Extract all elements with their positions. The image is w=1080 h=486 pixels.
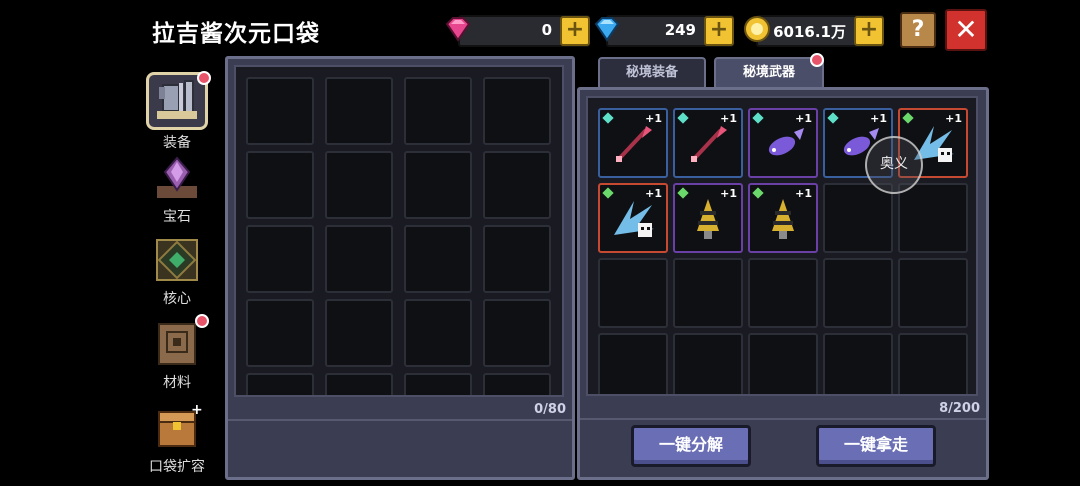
weapon-slot[interactable] xyxy=(823,183,893,253)
pocket-slot[interactable] xyxy=(325,77,393,145)
weapons-grid[interactable]: +1 +1 +1 +1 +1 +1 +1 +1 xyxy=(586,96,978,396)
notification-dot xyxy=(197,71,211,85)
red-spear-icon xyxy=(616,126,652,162)
pocket-slot[interactable] xyxy=(246,151,314,219)
add-gold-button[interactable]: + xyxy=(854,16,884,46)
sidebar-item-label: 宝石 xyxy=(163,209,191,225)
weapons-panel: +1 +1 +1 +1 +1 +1 +1 +1 8/200 xyxy=(577,87,989,480)
pocket-slot[interactable] xyxy=(246,299,314,367)
weapon-slot[interactable] xyxy=(598,333,668,394)
weapon-slot[interactable] xyxy=(748,258,818,328)
pocket-slot[interactable] xyxy=(246,77,314,145)
take-all-button[interactable]: 一键拿走 xyxy=(816,425,936,467)
pocket-slot[interactable] xyxy=(404,151,472,219)
chest-icon: + xyxy=(151,402,203,454)
notification-dot xyxy=(195,314,209,328)
pocket-capacity: 0/80 xyxy=(534,402,566,417)
decompose-all-button[interactable]: 一键分解 xyxy=(631,425,751,467)
weapon-slot[interactable] xyxy=(673,333,743,394)
tab-secret-equipment[interactable]: 秘境装备 xyxy=(598,57,706,87)
red-spear-icon xyxy=(691,126,727,162)
sidebar-item-label: 材料 xyxy=(163,375,191,391)
pocket-slot[interactable] xyxy=(483,151,551,219)
pocket-grid[interactable] xyxy=(234,65,564,397)
add-pink-gem-button[interactable]: + xyxy=(560,16,590,46)
pink-gem-value: 0 xyxy=(541,21,552,39)
add-diamond-button[interactable]: + xyxy=(704,16,734,46)
weapon-slot[interactable]: +1 xyxy=(673,108,743,178)
divider xyxy=(580,418,986,420)
core-icon xyxy=(151,234,203,286)
blue-diamond-icon xyxy=(594,17,620,42)
ice-dragon-icon xyxy=(614,201,654,237)
pocket-panel: 0/80 xyxy=(225,56,575,480)
ultimate-skill-button[interactable]: 奥义 xyxy=(865,136,923,194)
weapon-slot[interactable] xyxy=(673,258,743,328)
pocket-slot[interactable] xyxy=(404,299,472,367)
weapon-slot[interactable] xyxy=(823,333,893,394)
sidebar-item-expand[interactable]: + 口袋扩容 xyxy=(142,402,212,476)
diamond-counter: 249 + xyxy=(606,15,734,47)
sidebar-item-equipment[interactable]: 装备 xyxy=(142,71,212,152)
pocket-slot[interactable] xyxy=(483,373,551,395)
page-title: 拉吉酱次元口袋 xyxy=(152,21,320,47)
drill-icon xyxy=(697,199,719,239)
pocket-slot[interactable] xyxy=(404,225,472,293)
quality-gem-icon xyxy=(827,112,839,124)
quality-gem-icon xyxy=(677,187,689,199)
sidebar-item-material[interactable]: 材料 xyxy=(142,314,212,392)
weapon-slot[interactable] xyxy=(823,258,893,328)
weapon-slot[interactable]: +1 xyxy=(748,183,818,253)
weapon-slot[interactable]: +1 xyxy=(598,108,668,178)
weapon-slot[interactable]: +1 xyxy=(598,183,668,253)
pocket-slot[interactable] xyxy=(325,373,393,395)
weapon-slot[interactable]: +1 xyxy=(673,183,743,253)
drill-icon xyxy=(772,199,794,239)
gold-value: 6016.1万 xyxy=(773,23,846,41)
pocket-slot[interactable] xyxy=(404,373,472,395)
sidebar-item-core[interactable]: 核心 xyxy=(142,234,212,308)
armor-icon xyxy=(146,71,211,130)
pocket-slot[interactable] xyxy=(246,373,314,395)
pocket-slot[interactable] xyxy=(325,225,393,293)
pocket-slot[interactable] xyxy=(246,225,314,293)
pocket-slot[interactable] xyxy=(483,299,551,367)
close-button[interactable]: ✕ xyxy=(945,9,987,51)
pink-gem-counter: 0 + xyxy=(458,15,590,47)
weapon-slot[interactable] xyxy=(748,333,818,394)
quality-gem-icon xyxy=(752,187,764,199)
svg-text:+: + xyxy=(191,402,203,418)
pocket-slot[interactable] xyxy=(483,225,551,293)
weapon-slot[interactable] xyxy=(598,258,668,328)
sidebar-item-label: 口袋扩容 xyxy=(149,459,205,475)
divider xyxy=(228,419,572,421)
purple-fish-icon xyxy=(768,128,804,156)
pocket-slot[interactable] xyxy=(483,77,551,145)
notification-dot xyxy=(810,53,824,67)
quality-gem-icon xyxy=(752,112,764,124)
diamond-value: 249 xyxy=(664,21,696,39)
sidebar-item-label: 核心 xyxy=(163,291,191,307)
pocket-slot[interactable] xyxy=(325,299,393,367)
tab-secret-weapons[interactable]: 秘境武器 xyxy=(714,57,824,87)
weapon-slot[interactable] xyxy=(898,333,968,394)
gem-icon xyxy=(151,152,203,204)
sidebar-item-gem[interactable]: 宝石 xyxy=(142,152,212,226)
pink-gem-icon xyxy=(445,17,471,42)
weapon-slot[interactable] xyxy=(898,183,968,253)
gold-coin-icon xyxy=(744,16,770,42)
weapon-slot[interactable]: +1 xyxy=(748,108,818,178)
sidebar-item-label: 装备 xyxy=(163,135,191,151)
pocket-slot[interactable] xyxy=(404,77,472,145)
help-button[interactable]: ? xyxy=(900,12,936,48)
gold-counter: 6016.1万 + xyxy=(756,15,884,47)
material-icon xyxy=(151,314,209,370)
weapons-capacity: 8/200 xyxy=(939,401,980,416)
weapon-slot[interactable] xyxy=(898,258,968,328)
pocket-slot[interactable] xyxy=(325,151,393,219)
